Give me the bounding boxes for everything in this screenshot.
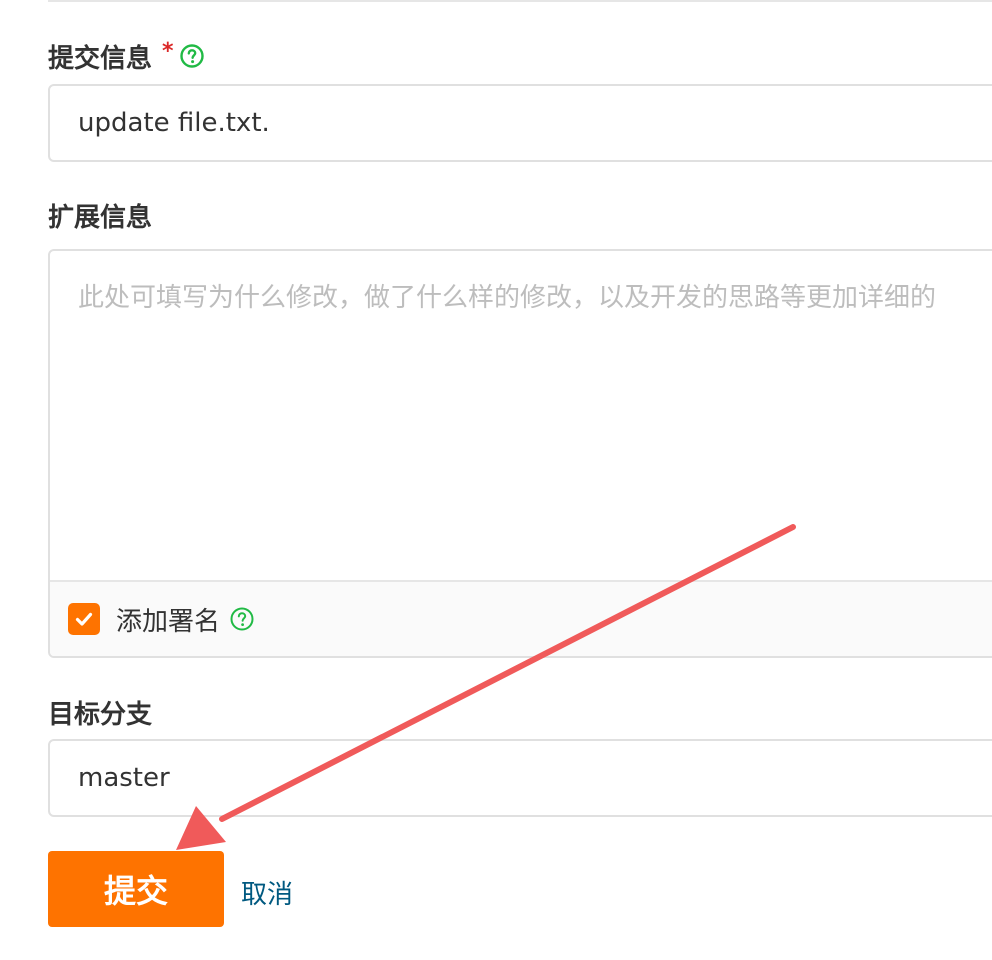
check-icon bbox=[75, 612, 93, 626]
commit-message-input[interactable]: update file.txt. bbox=[48, 84, 992, 162]
commit-message-label-text: 提交信息 bbox=[48, 43, 153, 74]
target-branch-value: master bbox=[78, 763, 170, 793]
target-branch-label: 目标分支 bbox=[48, 694, 152, 730]
commit-message-label: 提交信息 * bbox=[48, 38, 204, 74]
add-signature-label[interactable]: 添加署名 bbox=[116, 601, 220, 638]
target-branch-input[interactable]: master bbox=[48, 739, 992, 817]
extended-info-label-text: 扩展信息 bbox=[48, 202, 153, 233]
extended-info-label: 扩展信息 bbox=[48, 197, 152, 233]
target-branch-label-text: 目标分支 bbox=[48, 699, 153, 730]
top-divider bbox=[48, 0, 992, 2]
extended-info-placeholder: 此处可填写为什么修改，做了什么样的修改，以及开发的思路等更加详细的 bbox=[78, 283, 937, 313]
required-mark: * bbox=[162, 38, 174, 64]
extended-info-textarea[interactable]: 此处可填写为什么修改，做了什么样的修改，以及开发的思路等更加详细的 添加署名 bbox=[48, 249, 992, 658]
cancel-link[interactable]: 取消 bbox=[241, 874, 293, 911]
commit-message-value: update file.txt. bbox=[78, 108, 270, 138]
commit-form: 提交信息 * update file.txt. 扩展信息 此处可填写为什么修改，… bbox=[0, 0, 992, 960]
question-circle-icon[interactable] bbox=[179, 44, 204, 68]
add-signature-checkbox[interactable] bbox=[68, 603, 100, 635]
submit-button[interactable]: 提交 bbox=[48, 851, 224, 927]
signature-bar: 添加署名 bbox=[50, 580, 992, 656]
question-circle-icon[interactable] bbox=[230, 607, 254, 631]
